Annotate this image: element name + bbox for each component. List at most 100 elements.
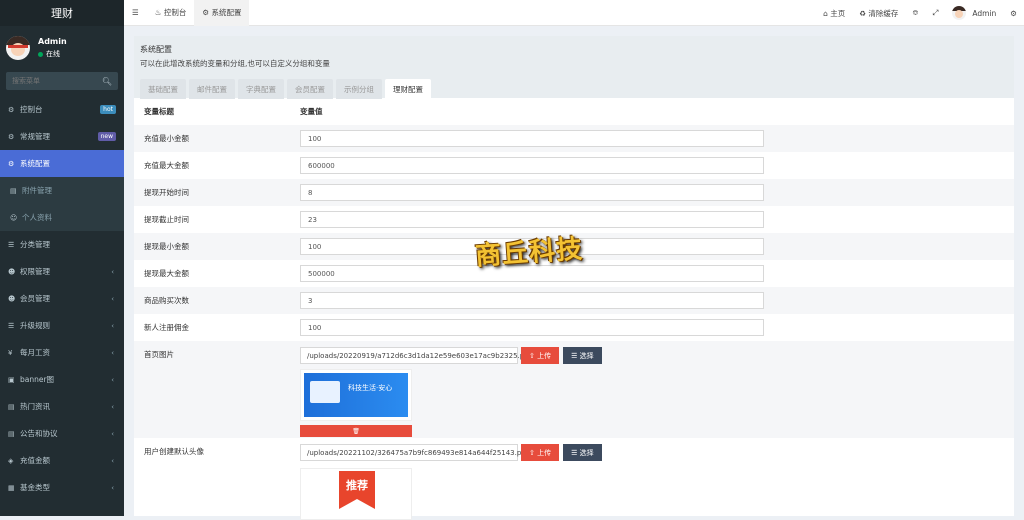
group-icon: ☻ [8, 267, 16, 276]
tab-dashboard[interactable]: ♨ 控制台 [147, 0, 195, 26]
chevron-left-icon: ‹ [111, 483, 114, 492]
settings-icon[interactable]: ⚙ [1003, 0, 1024, 26]
trash-icon: ♻ [859, 8, 869, 18]
clear-cache-button[interactable]: ♻ 清除缓存 [852, 0, 905, 26]
search-input[interactable] [12, 77, 92, 85]
avatar-thumbnail: 推荐 [300, 468, 412, 520]
config-tab[interactable]: 会员配置 [287, 79, 333, 99]
upload-button[interactable]: ⇧ 上传 [521, 347, 560, 364]
home-link[interactable]: ⌂ 主页 [816, 0, 852, 26]
row-label: 提现截止时间 [144, 215, 189, 224]
topbar: ☰ ♨ 控制台 ⚙ 系统配置 ⌂ 主页 ♻ 清除缓存 ⎊ ⤢ Admin ⚙ [124, 0, 1024, 26]
trash-icon: 🗑︎ [352, 427, 360, 435]
chevron-left-icon: ‹ [111, 375, 114, 384]
chevron-left-icon: ‹ [111, 294, 114, 303]
main-content: 系统配置 可以在此增改系统的变量和分组,也可以自定义分组和变量 基础配置 邮件配置… [124, 26, 1024, 520]
sidebar-item[interactable]: ▤ 热门资讯 ‹ [0, 393, 124, 420]
chevron-left-icon: ‹ [111, 267, 114, 276]
config-tab[interactable]: 理财配置 [385, 79, 431, 99]
row-label: 用户创建默认头像 [144, 447, 204, 456]
sidebar-item[interactable]: ⚙ 控制台 hot [0, 96, 124, 123]
value-input[interactable]: 3 [300, 292, 764, 309]
value-input[interactable]: 23 [300, 211, 764, 228]
yen-icon: ¥ [8, 348, 13, 357]
value-input[interactable]: 600000 [300, 157, 764, 174]
sidebar-item[interactable]: ⚙ 系统配置 [0, 150, 124, 177]
gear-icon: ⚙ [202, 8, 212, 17]
rule-icon: ☰ [8, 321, 15, 330]
sidebar-item-label: 个人资料 [22, 213, 52, 222]
delete-image-button[interactable]: 🗑︎ [300, 425, 412, 437]
config-tab[interactable]: 示例分组 [336, 79, 382, 99]
image-path-input[interactable]: /uploads/20221102/326475a7b9fc869493e814… [300, 444, 530, 461]
fullscreen-icon[interactable]: ⤢ [925, 0, 945, 26]
notice-icon: ▤ [8, 429, 15, 438]
sidebar-item-label: 分类管理 [20, 240, 50, 249]
sidebar-item-label: 会员管理 [20, 294, 50, 303]
select-button[interactable]: ☰ 选择 [563, 347, 602, 364]
row-label: 新人注册佣金 [144, 323, 189, 332]
value-input[interactable]: 100 [300, 130, 764, 147]
sidebar-item[interactable]: ▤ 公告和协议 ‹ [0, 420, 124, 447]
config-tab[interactable]: 邮件配置 [189, 79, 235, 99]
page-description: 可以在此增改系统的变量和分组,也可以自定义分组和变量 [140, 59, 330, 68]
sidebar-item-label: 常规管理 [20, 132, 50, 141]
row-label: 提现最小金额 [144, 242, 189, 251]
chevron-left-icon: ‹ [111, 429, 114, 438]
sidebar-item-label: 充值金额 [20, 456, 50, 465]
image-thumbnail: 科技生活·安心 [300, 369, 412, 421]
row-label: 充值最大金额 [144, 161, 189, 170]
select-button[interactable]: ☰ 选择 [563, 444, 602, 461]
sidebar-item[interactable]: ⚙ 常规管理 new [0, 123, 124, 150]
sidebar-item[interactable]: ◈ 充值金额 ‹ [0, 447, 124, 474]
image-icon: ▣ [8, 375, 15, 384]
upload-button[interactable]: ⇧ 上传 [521, 444, 560, 461]
sidebar-item-label: 公告和协议 [20, 429, 58, 438]
panel-header: 系统配置 可以在此增改系统的变量和分组,也可以自定义分组和变量 基础配置 邮件配置… [134, 36, 1014, 99]
online-dot-icon [38, 51, 43, 57]
sidebar-item[interactable]: ¥ 每月工资 ‹ [0, 339, 124, 366]
chevron-left-icon: ‹ [111, 321, 114, 330]
sidebar-item[interactable]: ▦ 基金类型 ‹ [0, 474, 124, 501]
sidebar-item-label: 系统配置 [20, 159, 50, 168]
sidebar-item[interactable]: ▣ banner图 ‹ [0, 366, 124, 393]
translate-icon[interactable]: ⎊ [905, 0, 925, 26]
config-tab[interactable]: 基础配置 [140, 79, 186, 99]
chevron-left-icon: ‹ [111, 402, 114, 411]
money-icon: ◈ [8, 456, 14, 465]
config-tab[interactable]: 字典配置 [238, 79, 284, 99]
row-label: 商品购买次数 [144, 296, 189, 305]
gear-icon: ⚙ [8, 159, 15, 168]
sidebar-item[interactable]: ☺ 个人资料 [0, 204, 124, 231]
tab-system-config[interactable]: ⚙ 系统配置 [194, 0, 250, 26]
list-icon: ☰ [571, 448, 580, 457]
row-label: 首页图片 [144, 350, 174, 359]
hamburger-icon[interactable]: ☰ [124, 0, 147, 26]
sidebar-item[interactable]: ☰ 分类管理 [0, 231, 124, 258]
list-icon: ☰ [8, 240, 15, 249]
header-value: 变量值 [300, 107, 323, 116]
search-icon[interactable]: 🔍︎ [102, 77, 112, 86]
config-table: 变量标题 变量值 充值最小金额 100 充值最大金额 600000 提现开始时间 8 提现截… [134, 98, 1014, 520]
admin-menu[interactable]: Admin [945, 0, 1003, 26]
image-path-input[interactable]: /uploads/20220919/a712d6c3d1da12e59e603e… [300, 347, 533, 364]
value-input[interactable]: 8 [300, 184, 764, 201]
table-row: 新人注册佣金 100 [134, 314, 1014, 341]
sidebar-badge: new [97, 132, 116, 141]
value-input[interactable]: 100 [300, 319, 764, 336]
sidebar-item[interactable]: ☰ 升级规则 ‹ [0, 312, 124, 339]
sidebar-menu: ⚙ 控制台 hot ⚙ 常规管理 new ⚙ 系统配置 ▤ 附件管理 ☺ 个人资料 ☰ 分类管理 ☻ 权限管理… [0, 96, 124, 501]
sidebar-item[interactable]: ☻ 权限管理 ‹ [0, 258, 124, 285]
table-row: 充值最大金额 600000 [134, 152, 1014, 179]
fund-icon: ▦ [8, 483, 15, 492]
page-title: 系统配置 [140, 45, 172, 54]
sidebar-search: 🔍︎ [6, 72, 118, 90]
table-row: 商品购买次数 3 [134, 287, 1014, 314]
brand-logo[interactable]: 理财 [0, 0, 124, 26]
row-label: 充值最小金额 [144, 134, 189, 143]
sidebar-item-label: 附件管理 [22, 186, 52, 195]
sidebar-item[interactable]: ☻ 会员管理 ‹ [0, 285, 124, 312]
sidebar-item[interactable]: ▤ 附件管理 [0, 177, 124, 204]
sidebar-item-label: 控制台 [20, 105, 43, 114]
thumb-text: 科技生活·安心 [348, 384, 393, 392]
